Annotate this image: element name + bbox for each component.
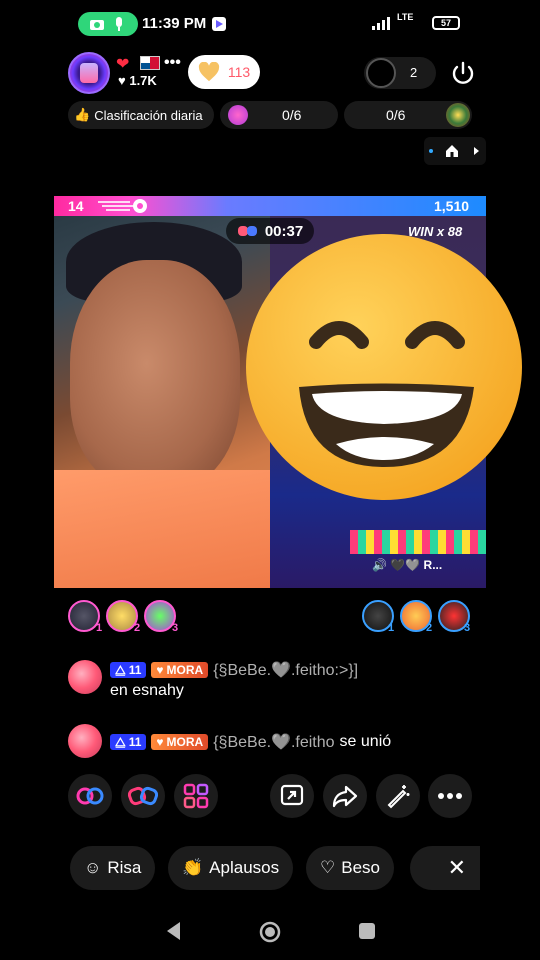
reaction-laugh-label: Risa [107,858,142,877]
lips-icon: ♡ [320,858,336,877]
share-icon [332,785,358,808]
power-icon[interactable] [448,58,478,88]
reaction-kiss-label: Beso [341,858,380,877]
reaction-applause-button[interactable]: 👏 Aplausos [168,846,294,890]
battle-streak-icon [98,199,147,213]
hearts-icon: 🖤🩶 [390,558,421,572]
chat-text-1: en esnahy [110,682,184,699]
opponent-info-row: 🔊 🖤🩶 R... [372,558,442,572]
gift-goal-progress: 0/6 [282,107,302,123]
battle-left-score: 14 [68,198,84,214]
viewer-avatar[interactable] [366,58,396,88]
fan-club-name: MORA [166,735,204,749]
fan-club-badge: ♥ MORA [151,734,209,750]
laugh-icon: ☺ [84,858,102,877]
battery-indicator: 57 [432,16,460,30]
follow-button[interactable]: 113 [188,55,260,89]
reaction-kiss-button[interactable]: ♡ Beso [306,846,394,890]
host-likes: ♥ 1.7K [118,73,157,88]
grinning-emoji-sticker [246,234,522,500]
home-icon[interactable] [258,920,282,944]
fan-club-name: MORA [166,663,204,677]
gift-avatar-icon [446,103,470,127]
status-bar: 11:39 PM LTE 57 [0,8,540,38]
share-screen-icon [280,784,304,806]
level-triangle-icon: ⧋ [115,734,126,749]
reaction-applause-label: Aplausos [209,858,280,877]
left-supporter-rank-1: 1 [96,622,103,634]
chat-avatar-2[interactable] [68,724,102,758]
chat-message-1: ⧋ 11 ♥ MORA {§BeBe.🩶.feitho:>}] [110,660,490,680]
daily-ranking-label: Clasificación diaria [94,107,203,123]
signal-icon [372,16,390,30]
reaction-laugh-button[interactable]: ☺ Risa [70,846,156,890]
link-icon [76,787,104,805]
fan-heart-icon: ♥ [156,735,164,749]
recents-icon[interactable] [358,922,376,940]
left-supporter-rank-3: 3 [172,622,179,634]
level-badge: ⧋ 11 [110,662,147,678]
more-button[interactable] [428,774,472,818]
fan-club-badge: ♥ MORA [151,662,209,678]
apps-button[interactable] [174,774,218,818]
chevron-right-icon [473,147,479,155]
right-supporter-rank-2: 2 [426,622,433,634]
play-store-icon [212,17,226,31]
chat-join-text: se unió [339,733,392,750]
chat-avatar-1[interactable] [68,660,102,694]
heart-icon: ❤ [116,56,130,73]
back-icon[interactable] [164,920,184,942]
ellipsis-icon: ••• [164,54,181,71]
level-triangle-icon: ⧋ [115,662,126,677]
recording-indicator [78,12,138,36]
fan-heart-icon: ♥ [156,663,164,677]
room-home-pill[interactable] [424,137,486,165]
gift-goal-progress-2: 0/6 [386,107,406,123]
level-badge: ⧋ 11 [110,734,147,750]
clock: 11:39 PM [142,15,207,32]
battle-right-score: 1,510 [434,198,470,214]
opponent-pattern [350,530,486,554]
level-value: 11 [128,663,142,677]
chat-username[interactable]: {§BeBe.🩶.feitho [213,732,334,752]
home-icon [445,145,458,157]
network-label: LTE [397,12,414,22]
gift-icon [228,105,248,125]
magic-wand-icon [387,785,410,809]
mic-icon [116,17,122,31]
more-icon [438,793,462,799]
host-likes-value: 1.7K [129,73,157,88]
apps-icon [183,783,209,809]
viewer-count: 2 [410,65,418,80]
level-value: 11 [128,735,142,749]
panama-flag-icon [140,56,160,70]
host-face [70,260,240,490]
dot-icon [429,149,434,153]
reaction-more-button[interactable]: ✕ [410,846,480,890]
battle-button[interactable] [121,774,165,818]
host-shirt [54,470,270,588]
share-screen-button[interactable] [270,774,314,818]
speaker-icon[interactable]: 🔊 [372,558,387,572]
share-button[interactable] [323,774,367,818]
link-button[interactable] [68,774,112,818]
gold-heart-icon [198,62,219,82]
right-supporter-rank-3: 3 [464,622,471,634]
close-icon[interactable]: ✕ [448,855,466,881]
chat-message-2: ⧋ 11 ♥ MORA {§BeBe.🩶.feitho se unió [110,732,510,752]
host-avatar[interactable] [68,52,110,94]
clap-icon: 👏 [182,858,204,877]
right-supporter-rank-1: 1 [388,622,395,634]
camera-icon [90,20,104,30]
daily-ranking-pill[interactable]: 👍 Clasificación diaria [68,101,214,129]
chat-username[interactable]: {§BeBe.🩶.feitho:>}] [213,660,358,680]
thumbs-up-icon: 👍 [74,107,91,122]
magic-wand-button[interactable] [376,774,420,818]
follow-count: 113 [227,64,251,80]
battle-gloves-icon [128,786,158,806]
left-supporter-rank-2: 2 [134,622,141,634]
opponent-name: R... [423,558,443,572]
